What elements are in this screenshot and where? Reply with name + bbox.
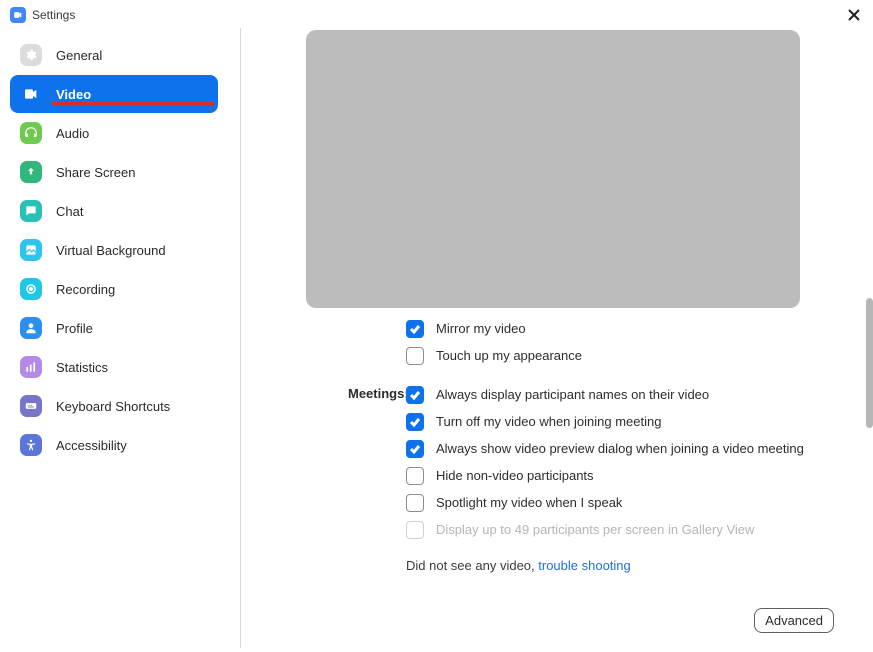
gear-icon: [20, 44, 42, 66]
sidebar-item-statistics[interactable]: Statistics: [10, 348, 218, 386]
chat-icon: [20, 200, 42, 222]
sidebar-item-general[interactable]: General: [10, 36, 218, 74]
video-icon: [20, 83, 42, 105]
option-spotlight[interactable]: Spotlight my video when I speak: [406, 494, 873, 512]
sidebar-item-label: Accessibility: [56, 438, 127, 453]
option-hide-non-video[interactable]: Hide non-video participants: [406, 467, 873, 485]
checkbox: [406, 521, 424, 539]
sidebar-item-profile[interactable]: Profile: [10, 309, 218, 347]
share-screen-icon: [20, 161, 42, 183]
close-button[interactable]: [845, 6, 863, 24]
checkbox[interactable]: [406, 440, 424, 458]
sidebar-item-audio[interactable]: Audio: [10, 114, 218, 152]
sidebar-item-label: Audio: [56, 126, 89, 141]
keyboard-icon: [20, 395, 42, 417]
sidebar-item-chat[interactable]: Chat: [10, 192, 218, 230]
sidebar-item-video[interactable]: Video: [10, 75, 218, 113]
advanced-button[interactable]: Advanced: [754, 608, 834, 633]
sidebar-item-label: Profile: [56, 321, 93, 336]
option-label: Always show video preview dialog when jo…: [436, 440, 804, 458]
option-label: Hide non-video participants: [436, 467, 594, 485]
option-label: Turn off my video when joining meeting: [436, 413, 661, 431]
titlebar: Settings: [0, 0, 873, 30]
no-video-help-text: Did not see any video, trouble shooting: [406, 558, 631, 573]
sidebar-item-label: Statistics: [56, 360, 108, 375]
sidebar-item-recording[interactable]: Recording: [10, 270, 218, 308]
sidebar-item-keyboard-shortcuts[interactable]: Keyboard Shortcuts: [10, 387, 218, 425]
troubleshooting-link[interactable]: trouble shooting: [538, 558, 631, 573]
option-label: Mirror my video: [436, 320, 526, 338]
option-mirror-video[interactable]: Mirror my video: [406, 320, 873, 338]
checkbox[interactable]: [406, 320, 424, 338]
virtual-background-icon: [20, 239, 42, 261]
content-panel: Mirror my video Touch up my appearance M…: [240, 30, 873, 652]
app-icon: [10, 7, 26, 23]
option-label: Touch up my appearance: [436, 347, 582, 365]
checkbox[interactable]: [406, 386, 424, 404]
sidebar-item-label: Video: [56, 87, 91, 102]
window-title: Settings: [32, 8, 75, 22]
meetings-section-label: Meetings:: [348, 386, 409, 401]
annotation-underline: [52, 102, 214, 106]
option-label: Display up to 49 participants per screen…: [436, 521, 754, 539]
profile-icon: [20, 317, 42, 339]
sidebar-item-label: Recording: [56, 282, 115, 297]
recording-icon: [20, 278, 42, 300]
option-gallery-49: Display up to 49 participants per screen…: [406, 521, 873, 539]
sidebar-item-label: Keyboard Shortcuts: [56, 399, 170, 414]
video-preview: [306, 30, 800, 308]
sidebar-item-virtual-background[interactable]: Virtual Background: [10, 231, 218, 269]
sidebar-item-label: Virtual Background: [56, 243, 166, 258]
checkbox[interactable]: [406, 413, 424, 431]
sidebar-item-label: Chat: [56, 204, 83, 219]
option-touch-up[interactable]: Touch up my appearance: [406, 347, 873, 365]
option-label: Always display participant names on thei…: [436, 386, 709, 404]
checkbox[interactable]: [406, 467, 424, 485]
sidebar-item-label: Share Screen: [56, 165, 136, 180]
sidebar-item-label: General: [56, 48, 102, 63]
option-show-preview-dialog[interactable]: Always show video preview dialog when jo…: [406, 440, 873, 458]
headphones-icon: [20, 122, 42, 144]
checkbox[interactable]: [406, 494, 424, 512]
scrollbar-thumb[interactable]: [866, 298, 873, 428]
option-display-names[interactable]: Always display participant names on thei…: [406, 386, 873, 404]
no-video-text: Did not see any video,: [406, 558, 538, 573]
option-video-off-joining[interactable]: Turn off my video when joining meeting: [406, 413, 873, 431]
sidebar-item-share-screen[interactable]: Share Screen: [10, 153, 218, 191]
sidebar-item-accessibility[interactable]: Accessibility: [10, 426, 218, 464]
accessibility-icon: [20, 434, 42, 456]
checkbox[interactable]: [406, 347, 424, 365]
option-label: Spotlight my video when I speak: [436, 494, 622, 512]
sidebar: General Video Audio Share Screen Chat: [0, 30, 240, 652]
statistics-icon: [20, 356, 42, 378]
